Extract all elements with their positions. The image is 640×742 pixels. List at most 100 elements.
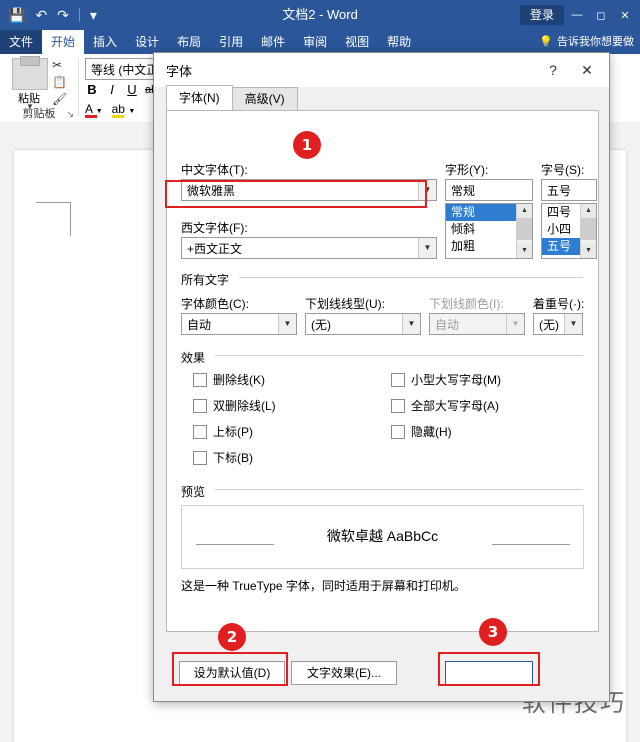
checkbox-small-caps[interactable]: 小型大写字母(M) (391, 371, 501, 388)
help-icon[interactable]: ? (541, 59, 565, 81)
checkbox-box[interactable] (193, 424, 207, 439)
checkbox-double-strikethrough[interactable]: 双删除线(L) (193, 397, 276, 414)
font-dialog[interactable]: 字体 ? ✕ 字体(N) 高级(V) 中文字体(T): 微软雅黑 ▼ 字形(Y)… (153, 52, 610, 702)
cut-icon[interactable]: ✂ (52, 58, 74, 72)
minimize-icon[interactable]: — (566, 9, 588, 21)
dialog-title: 字体 (166, 64, 193, 79)
size-value: 五号 (547, 184, 572, 198)
font-name-value: 等线 (中文正 (91, 63, 159, 77)
size-listbox[interactable]: 四号 小四 五号 ▲ ▼ (541, 203, 597, 259)
font-color-value: 自动 (187, 318, 212, 332)
checkbox-box[interactable] (193, 398, 207, 413)
chevron-down-icon[interactable]: ▼ (418, 238, 436, 258)
text-effects-button[interactable]: 文字效果(E)... (291, 661, 397, 685)
font-style-row[interactable]: B I U abc (85, 82, 162, 97)
emphasis-label: 着重号(·): (533, 297, 585, 311)
chevron-down-icon[interactable]: ▼ (128, 108, 135, 115)
scroll-up-icon[interactable]: ▲ (517, 204, 532, 218)
chevron-down-icon[interactable]: ▼ (278, 314, 296, 334)
chevron-down-icon[interactable]: ▼ (96, 108, 103, 115)
checkbox-box[interactable] (391, 372, 405, 387)
clipboard-tools[interactable]: ✂ 📋 🖌 (52, 58, 74, 109)
italic-button[interactable]: I (105, 82, 119, 97)
cn-font-label: 中文字体(T): (181, 163, 248, 177)
checkbox-box[interactable] (193, 372, 207, 387)
checkbox-subscript[interactable]: 下标(B) (193, 449, 253, 466)
font-color-row[interactable]: A ▼ ab ▼ (85, 102, 135, 118)
chevron-down-icon[interactable]: ▼ (402, 314, 420, 334)
style-field[interactable]: 常规 (445, 179, 533, 201)
tab-layout[interactable]: 布局 (168, 30, 210, 54)
checkbox-strikethrough[interactable]: 删除线(K) (193, 371, 265, 388)
scroll-thumb[interactable] (517, 218, 532, 240)
window-controls[interactable]: — ◻ ✕ (566, 0, 636, 30)
font-color-button[interactable]: A ▼ (85, 102, 103, 118)
paste-icon[interactable] (12, 56, 48, 90)
preview-divider (215, 489, 583, 490)
clipboard-group: 粘贴 ▼ ✂ 📋 🖌 剪贴板 ↘ (0, 54, 78, 122)
underline-button[interactable]: U (125, 82, 139, 97)
sign-in-button[interactable]: 登录 (519, 5, 564, 25)
close-icon[interactable]: ✕ (573, 59, 601, 81)
latin-font-value: +西文正文 (187, 242, 243, 256)
font-color-combo[interactable]: 自动 ▼ (181, 313, 297, 335)
tab-view[interactable]: 视图 (336, 30, 378, 54)
tab-home[interactable]: 开始 (42, 30, 85, 54)
tab-font[interactable]: 字体(N) (166, 85, 233, 111)
preview-box: 微软卓越 AaBbCc (181, 505, 584, 569)
annotation-marker-2: 2 (218, 623, 246, 651)
highlight-button[interactable]: ab ▼ (111, 102, 135, 118)
emphasis-combo[interactable]: (无) ▼ (533, 313, 583, 335)
tab-mailings[interactable]: 邮件 (252, 30, 294, 54)
scroll-down-icon[interactable]: ▼ (517, 244, 532, 258)
checkbox-box[interactable] (391, 398, 405, 413)
chevron-down-icon[interactable]: ▼ (564, 314, 582, 334)
latin-font-combo[interactable]: +西文正文 ▼ (181, 237, 437, 259)
size-scrollbar[interactable]: ▲ ▼ (580, 204, 596, 258)
underline-style-value: (无) (311, 318, 331, 332)
checkbox-label: 全部大写字母(A) (411, 399, 499, 413)
size-label: 字号(S): (541, 163, 585, 177)
tell-me-box[interactable]: 💡 告诉我你想要做 (539, 30, 634, 54)
style-scrollbar[interactable]: ▲ ▼ (516, 204, 532, 258)
checkbox-label: 下标(B) (213, 451, 253, 465)
checkbox-box[interactable] (193, 450, 207, 465)
dialog-tabs[interactable]: 字体(N) 高级(V) (166, 85, 298, 111)
scroll-down-icon[interactable]: ▼ (581, 244, 596, 258)
underline-style-combo[interactable]: (无) ▼ (305, 313, 421, 335)
clipboard-dialog-launcher-icon[interactable]: ↘ (66, 109, 74, 120)
format-painter-icon[interactable]: 🖌 (52, 92, 74, 106)
margin-mark-horizontal (36, 202, 70, 203)
size-field[interactable]: 五号 (541, 179, 597, 201)
tab-insert[interactable]: 插入 (84, 30, 126, 54)
scroll-thumb[interactable] (581, 218, 596, 240)
tab-references[interactable]: 引用 (210, 30, 252, 54)
tab-file[interactable]: 文件 (0, 30, 43, 54)
all-text-section-label: 所有文字 (181, 273, 230, 287)
restore-icon[interactable]: ◻ (590, 9, 612, 22)
tab-design[interactable]: 设计 (126, 30, 168, 54)
underline-color-value: 自动 (435, 318, 460, 332)
scroll-up-icon[interactable]: ▲ (581, 204, 596, 218)
annotation-marker-1: 1 (293, 131, 321, 159)
annotation-box-ok (438, 652, 540, 686)
underline-color-combo: 自动 ▼ (429, 313, 525, 335)
bold-button[interactable]: B (85, 82, 99, 97)
checkbox-hidden[interactable]: 隐藏(H) (391, 423, 452, 440)
style-listbox[interactable]: 常规 倾斜 加粗 ▲ ▼ (445, 203, 533, 259)
tab-review[interactable]: 审阅 (294, 30, 336, 54)
tell-me-label: 告诉我你想要做 (557, 36, 634, 48)
font-name-combo[interactable]: 等线 (中文正 ▼ (85, 58, 163, 80)
underline-style-label: 下划线线型(U): (305, 297, 385, 311)
effects-section-label: 效果 (181, 351, 206, 365)
checkbox-box[interactable] (391, 424, 405, 439)
checkbox-superscript[interactable]: 上标(P) (193, 423, 253, 440)
copy-icon[interactable]: 📋 (52, 75, 74, 89)
tab-help[interactable]: 帮助 (378, 30, 420, 54)
checkbox-all-caps[interactable]: 全部大写字母(A) (391, 397, 499, 414)
ribbon-tabs[interactable]: 文件 开始 插入 设计 布局 引用 邮件 审阅 视图 帮助 (0, 30, 420, 54)
preview-section-label: 预览 (181, 485, 206, 499)
dialog-title-bar: 字体 ? ✕ (154, 53, 609, 87)
tab-advanced[interactable]: 高级(V) (231, 87, 298, 111)
close-icon[interactable]: ✕ (614, 9, 636, 22)
